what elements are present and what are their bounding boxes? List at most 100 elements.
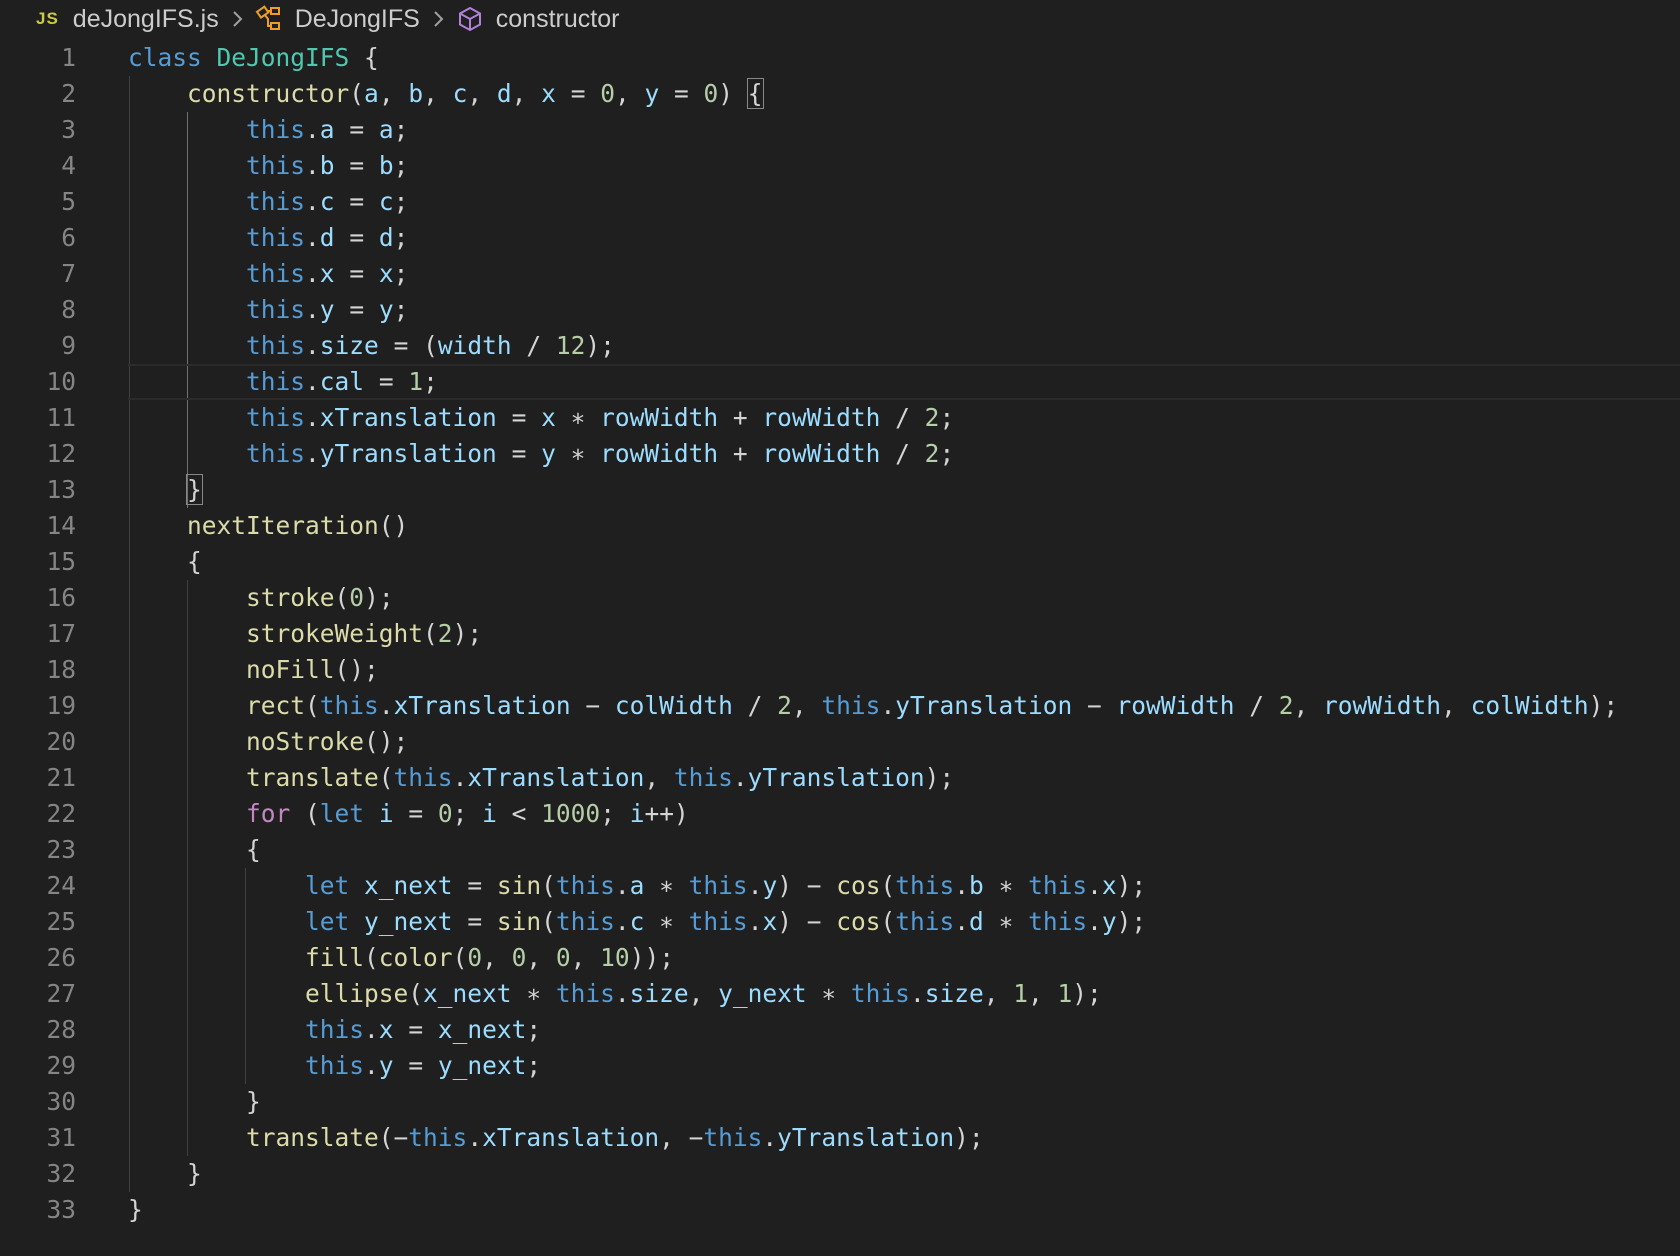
punctuation-token: , − <box>659 1123 704 1152</box>
line-number: 33 <box>46 1195 76 1224</box>
punctuation-token: ( <box>452 943 468 972</box>
punctuation-token: ∗ <box>644 907 689 936</box>
code-line[interactable]: 16 stroke(0); <box>0 580 1680 616</box>
code-line[interactable]: 27 ellipse(x_next ∗ this.size, y_next ∗ … <box>0 976 1680 1012</box>
punctuation-token: , <box>1028 979 1058 1008</box>
identifier-token: xTranslation <box>482 1123 660 1152</box>
code-line[interactable]: 26 fill(color(0, 0, 0, 10)); <box>0 940 1680 976</box>
code-line[interactable]: 22 for (let i = 0; i < 1000; i++) <box>0 796 1680 832</box>
code-line[interactable]: 8 this.y = y; <box>0 292 1680 328</box>
code-line[interactable]: 21 translate(this.xTranslation, this.yTr… <box>0 760 1680 796</box>
line-text: rect(this.xTranslation − colWidth / 2, t… <box>128 688 1618 724</box>
code-line[interactable]: 32 } <box>0 1156 1680 1192</box>
punctuation-token: . <box>305 187 320 216</box>
code-line[interactable]: 15 { <box>0 544 1680 580</box>
line-number: 3 <box>61 115 76 144</box>
punctuation-token: , <box>1293 691 1324 720</box>
code-line[interactable]: 6 this.d = d; <box>0 220 1680 256</box>
code-editor[interactable]: JS deJongIFS.js DeJongIFS constructor 1 … <box>0 0 1680 1256</box>
punctuation-token: ( <box>378 763 394 792</box>
breadcrumb-method[interactable]: constructor <box>456 5 619 34</box>
code-line[interactable]: 9 this.size = (width / 12); <box>0 328 1680 364</box>
punctuation-token: ∗ <box>644 871 689 900</box>
code-line[interactable]: 29 this.y = y_next; <box>0 1048 1680 1084</box>
line-number: 9 <box>61 331 76 360</box>
number-token: 0 <box>555 943 571 972</box>
punctuation-token: , <box>511 79 542 108</box>
code-line[interactable]: 19 rect(this.xTranslation − colWidth / 2… <box>0 688 1680 724</box>
keyword-token: this <box>246 439 306 468</box>
identifier-token: colWidth <box>614 691 733 720</box>
code-line[interactable]: 33} <box>0 1192 1680 1228</box>
punctuation-token: + <box>718 403 763 432</box>
line-number: 27 <box>46 979 76 1008</box>
punctuation-token: { <box>128 835 261 864</box>
code-line[interactable]: 17 strokeWeight(2); <box>0 616 1680 652</box>
punctuation-token: . <box>954 871 970 900</box>
code-line[interactable]: 18 noFill(); <box>0 652 1680 688</box>
identifier-token: y <box>319 295 335 324</box>
line-number: 2 <box>61 79 76 108</box>
function-token: rect <box>246 691 306 720</box>
punctuation-token: = <box>364 367 409 396</box>
function-token: fill <box>305 943 365 972</box>
punctuation-token: ); <box>924 763 955 792</box>
punctuation-token: = <box>334 259 379 288</box>
identifier-token: x <box>762 907 778 936</box>
number-token: 0 <box>349 583 365 612</box>
code-area[interactable]: 1 class DeJongIFS {2 constructor(a, b, c,… <box>0 40 1680 1228</box>
code-line[interactable]: 25 let y_next = sin(this.c ∗ this.x) − c… <box>0 904 1680 940</box>
identifier-token: b <box>408 79 424 108</box>
punctuation-token <box>128 1015 305 1044</box>
identifier-token: yTranslation <box>319 439 497 468</box>
code-line[interactable]: 1 class DeJongIFS { <box>0 40 1680 76</box>
line-text: this.cal = 1; <box>128 364 438 400</box>
code-line[interactable]: 5 this.c = c; <box>0 184 1680 220</box>
code-line[interactable]: 30 } <box>0 1084 1680 1120</box>
code-line[interactable]: 20 noStroke(); <box>0 724 1680 760</box>
punctuation-token <box>349 871 364 900</box>
code-line[interactable]: 4 this.b = b; <box>0 148 1680 184</box>
code-line[interactable]: 23 { <box>0 832 1680 868</box>
line-text: nextIteration() <box>128 508 408 544</box>
identifier-token: rowWidth <box>600 439 719 468</box>
breadcrumb-file[interactable]: JS deJongIFS.js <box>36 5 219 34</box>
line-text: this.xTranslation = x ∗ rowWidth + rowWi… <box>128 400 954 436</box>
code-line[interactable]: 10 this.cal = 1; <box>0 364 1680 400</box>
function-token: noStroke <box>246 727 365 756</box>
keyword-token: this <box>408 1123 468 1152</box>
punctuation-token <box>128 871 305 900</box>
code-line[interactable]: 31 translate(−this.xTranslation, −this.y… <box>0 1120 1680 1156</box>
code-line[interactable]: 12 this.yTranslation = y ∗ rowWidth + ro… <box>0 436 1680 472</box>
punctuation-token: ; <box>393 151 409 180</box>
punctuation-token: . <box>954 907 970 936</box>
code-line[interactable]: 11 this.xTranslation = x ∗ rowWidth + ro… <box>0 400 1680 436</box>
punctuation-token: ); <box>1072 979 1102 1008</box>
punctuation-token <box>128 151 246 180</box>
code-line[interactable]: 13 } <box>0 472 1680 508</box>
breadcrumb-class[interactable]: DeJongIFS <box>255 5 420 34</box>
identifier-token: colWidth <box>1470 691 1589 720</box>
punctuation-token: . <box>880 691 896 720</box>
number-token: 0 <box>437 799 453 828</box>
line-number: 16 <box>46 583 76 612</box>
identifier-token: a <box>378 115 394 144</box>
punctuation-token: ( <box>423 619 438 648</box>
code-line[interactable]: 28 this.x = x_next; <box>0 1012 1680 1048</box>
identifier-token: x <box>541 403 556 432</box>
code-line[interactable]: 2 constructor(a, b, c, d, x = 0, y = 0) … <box>0 76 1680 112</box>
code-line[interactable]: 14 nextIteration() <box>0 508 1680 544</box>
identifier-token: y <box>541 439 556 468</box>
punctuation-token: ); <box>585 331 615 360</box>
line-text: translate(this.xTranslation, this.yTrans… <box>128 760 954 796</box>
punctuation-token: } <box>128 1159 202 1188</box>
class-name-token: DeJongIFS <box>216 43 350 72</box>
punctuation-token: } <box>128 1087 261 1116</box>
punctuation-token: < <box>496 799 542 828</box>
keyword-token: this <box>246 295 306 324</box>
punctuation-token: , <box>688 979 719 1008</box>
line-number: 1 <box>61 43 76 72</box>
code-line[interactable]: 24 let x_next = sin(this.a ∗ this.y) − c… <box>0 868 1680 904</box>
code-line[interactable]: 7 this.x = x; <box>0 256 1680 292</box>
code-line[interactable]: 3 this.a = a; <box>0 112 1680 148</box>
